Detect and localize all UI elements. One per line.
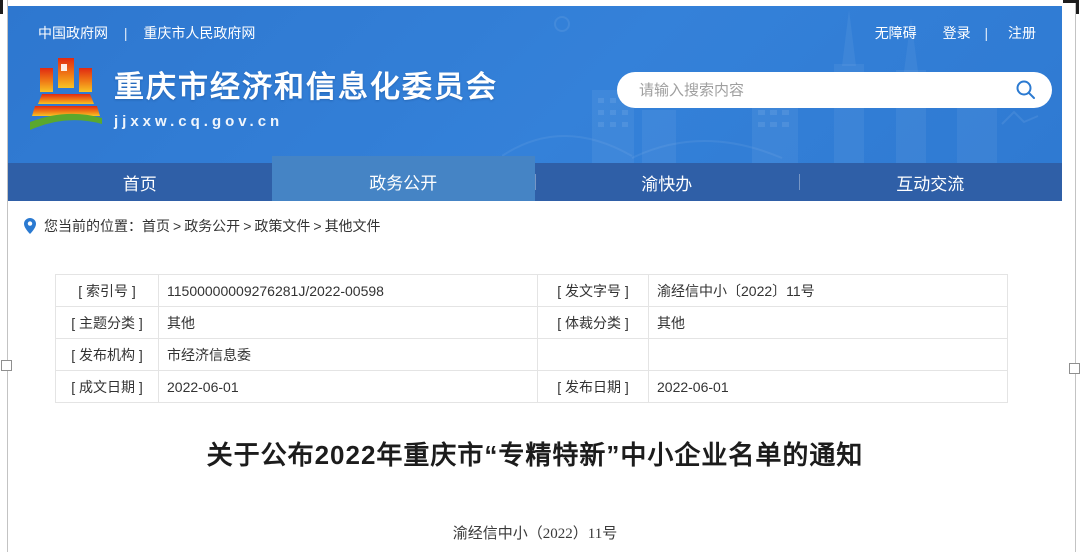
- meta-label-written-date: [ 成文日期 ]: [56, 371, 159, 403]
- top-utility-bar: 中国政府网 | 重庆市人民政府网 无障碍 登录 | 注册: [8, 6, 1062, 43]
- document-title: 关于公布2022年重庆市“专精特新”中小企业名单的通知: [8, 435, 1062, 472]
- document-meta-table: [ 索引号 ] 11500000009276281J/2022-00598 [ …: [55, 274, 1008, 403]
- link-china-gov[interactable]: 中国政府网: [38, 25, 108, 41]
- tab-home[interactable]: 首页: [8, 163, 272, 201]
- breadcrumb: 您当前的位置： 首页 > 政务公开 > 政策文件 > 其他文件: [24, 216, 1062, 236]
- meta-label-publish-date: [ 发布日期 ]: [538, 371, 649, 403]
- brand-text: 重庆市经济和信息化委员会 jjxxw.cq.gov.cn: [114, 56, 498, 130]
- meta-value-empty: [649, 339, 1008, 371]
- search-input[interactable]: [639, 82, 1014, 99]
- corner-mark-top-left: [0, 0, 3, 14]
- tab-yukuaiban[interactable]: 渝快办: [535, 163, 799, 201]
- meta-value-topic-class: 其他: [159, 307, 538, 339]
- site-logo-emblem-icon: [30, 56, 102, 134]
- search-icon[interactable]: [1014, 78, 1038, 102]
- breadcrumb-other-docs[interactable]: 其他文件: [325, 216, 381, 236]
- selection-line-left: [7, 0, 8, 552]
- link-login[interactable]: 登录: [943, 25, 971, 41]
- meta-value-issuer: 市经济信息委: [159, 339, 538, 371]
- topbar-divider: |: [124, 25, 128, 41]
- document-number: 渝经信中小（2022）11号: [8, 522, 1062, 543]
- meta-label-index-no: [ 索引号 ]: [56, 275, 159, 307]
- site-url: jjxxw.cq.gov.cn: [114, 113, 498, 130]
- selection-line-right: [1075, 0, 1076, 552]
- table-row: [ 成文日期 ] 2022-06-01 [ 发布日期 ] 2022-06-01: [56, 371, 1008, 403]
- breadcrumb-separator: >: [173, 218, 181, 234]
- meta-label-doc-symbol: [ 发文字号 ]: [538, 275, 649, 307]
- selection-handle-left[interactable]: [1, 360, 12, 371]
- breadcrumb-gov-affairs[interactable]: 政务公开: [184, 216, 240, 236]
- link-chongqing-gov[interactable]: 重庆市人民政府网: [143, 25, 255, 41]
- site-header: 中国政府网 | 重庆市人民政府网 无障碍 登录 | 注册: [8, 6, 1062, 163]
- meta-label-genre-class: [ 体裁分类 ]: [538, 307, 649, 339]
- meta-value-genre-class: 其他: [649, 307, 1008, 339]
- table-row: [ 主题分类 ] 其他 [ 体裁分类 ] 其他: [56, 307, 1008, 339]
- site-title: 重庆市经济和信息化委员会: [114, 62, 498, 106]
- breadcrumb-prefix: 您当前的位置：: [44, 216, 142, 236]
- selection-handle-right[interactable]: [1069, 363, 1080, 374]
- topbar-divider-2: |: [984, 25, 988, 41]
- tab-gov-affairs[interactable]: 政务公开: [272, 156, 536, 201]
- meta-label-empty: [538, 339, 649, 371]
- meta-value-doc-symbol: 渝经信中小〔2022〕11号: [649, 275, 1008, 307]
- account-links: 无障碍 登录 | 注册: [869, 23, 1036, 43]
- page: 中国政府网 | 重庆市人民政府网 无障碍 登录 | 注册: [8, 6, 1062, 543]
- breadcrumb-separator: >: [243, 218, 251, 234]
- gov-links: 中国政府网 | 重庆市人民政府网: [38, 23, 255, 43]
- table-row: [ 发布机构 ] 市经济信息委: [56, 339, 1008, 371]
- link-register[interactable]: 注册: [1008, 25, 1036, 41]
- location-pin-icon: [24, 218, 36, 234]
- meta-label-issuer: [ 发布机构 ]: [56, 339, 159, 371]
- search-box: [617, 72, 1052, 108]
- main-nav: 首页 政务公开 渝快办 互动交流: [8, 163, 1062, 201]
- meta-value-written-date: 2022-06-01: [159, 371, 538, 403]
- meta-value-index-no: 11500000009276281J/2022-00598: [159, 275, 538, 307]
- meta-label-topic-class: [ 主题分类 ]: [56, 307, 159, 339]
- tab-interaction[interactable]: 互动交流: [799, 163, 1063, 201]
- link-accessibility[interactable]: 无障碍: [875, 25, 917, 41]
- meta-value-publish-date: 2022-06-01: [649, 371, 1008, 403]
- breadcrumb-home[interactable]: 首页: [142, 216, 170, 236]
- corner-mark-top-right-v: [1076, 0, 1079, 14]
- breadcrumb-separator: >: [313, 218, 321, 234]
- breadcrumb-policy-docs[interactable]: 政策文件: [254, 216, 310, 236]
- table-row: [ 索引号 ] 11500000009276281J/2022-00598 [ …: [56, 275, 1008, 307]
